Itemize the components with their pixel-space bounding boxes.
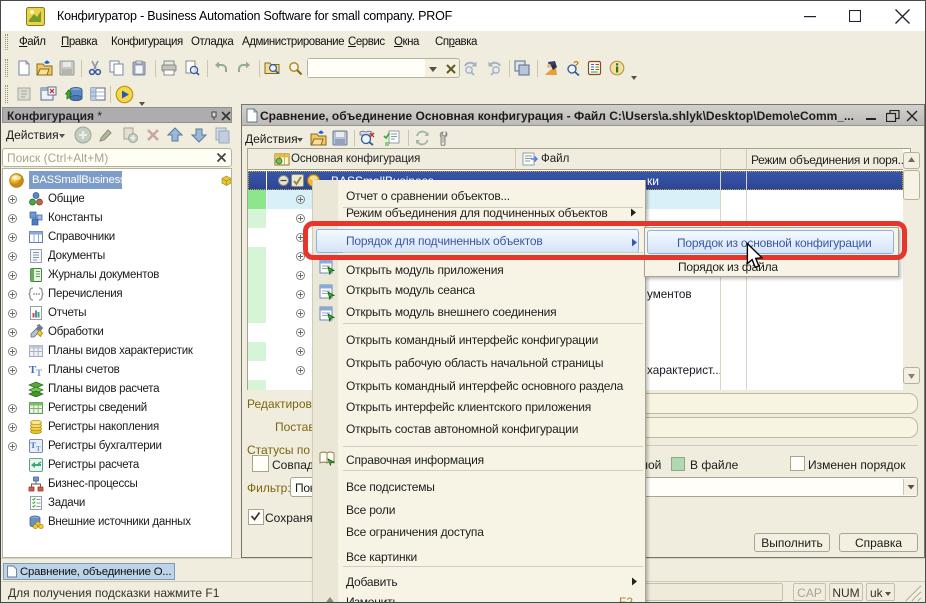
svg-text:T: T [36, 368, 42, 378]
svg-text:T: T [36, 445, 41, 453]
